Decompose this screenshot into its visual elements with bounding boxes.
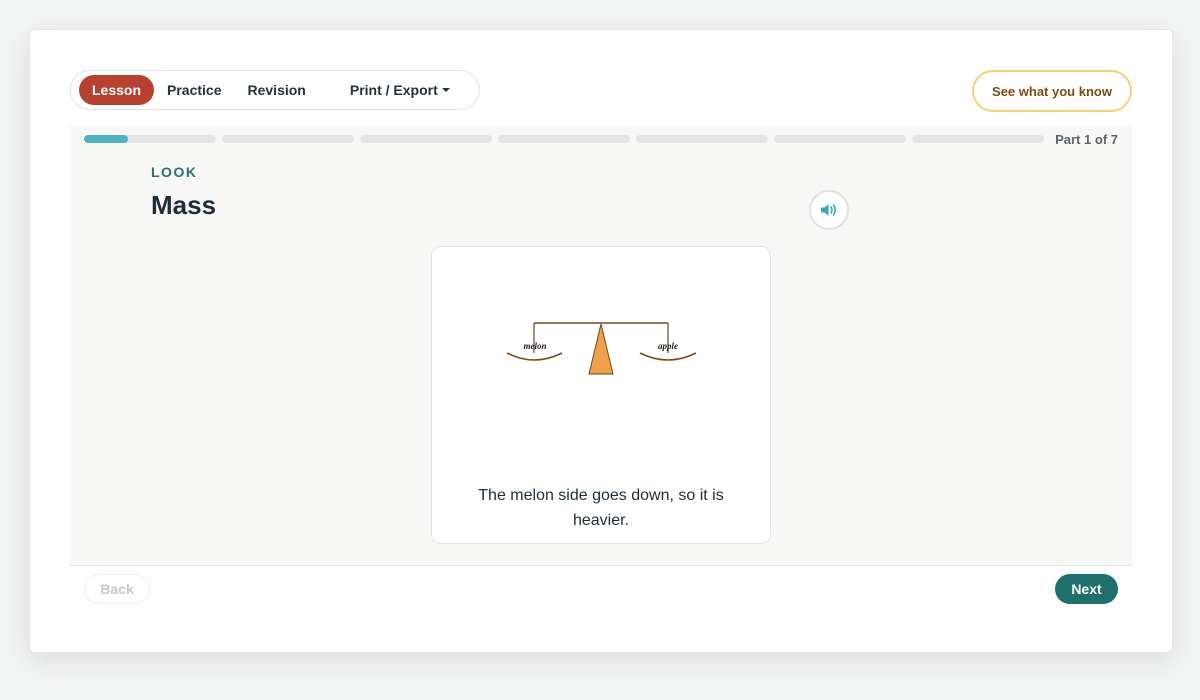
progress-segment [222, 135, 354, 143]
tab-practice[interactable]: Practice [154, 75, 234, 105]
progress-segment [774, 135, 906, 143]
progress-bar [84, 135, 1044, 143]
speaker-icon [821, 204, 837, 216]
lesson-window: Lesson Practice Revision Print / Export … [29, 29, 1173, 653]
scale-left-label: melon [523, 341, 546, 351]
page-title: Mass [151, 190, 217, 220]
image-caption: The melon side goes down, so it is heavi… [478, 487, 724, 529]
scale-right-label: apple [658, 341, 678, 351]
audio-button[interactable] [809, 190, 849, 230]
lesson-content-panel: Part 1 of 7 LOOK Mass melon apple The me… [70, 126, 1132, 566]
tab-lesson[interactable]: Lesson [79, 75, 155, 105]
part-counter: Part 1 of 7 [1055, 132, 1118, 147]
lesson-tab-bar: Lesson Practice Revision Print / Export [70, 70, 480, 110]
progress-fill [84, 135, 128, 143]
progress-segment [636, 135, 768, 143]
progress-segment [498, 135, 630, 143]
caret-down-icon [441, 88, 450, 93]
print-export-dropdown[interactable]: Print / Export [337, 75, 463, 105]
see-what-you-know-button[interactable]: See what you know [972, 70, 1132, 112]
lesson-image-card: melon apple The melon side goes down, so… [431, 246, 771, 544]
next-button[interactable]: Next [1055, 574, 1118, 604]
section-eyebrow: LOOK [151, 164, 198, 180]
progress-segment [912, 135, 1044, 143]
tab-revision[interactable]: Revision [235, 75, 319, 105]
back-button[interactable]: Back [84, 574, 150, 604]
progress-segment [360, 135, 492, 143]
progress-segment [84, 135, 216, 143]
balance-scale-image: melon apple [506, 322, 697, 375]
scale-left-pan [506, 352, 563, 361]
scale-fulcrum [588, 323, 614, 375]
print-export-label: Print / Export [349, 82, 438, 98]
scale-right-pan [639, 352, 697, 361]
